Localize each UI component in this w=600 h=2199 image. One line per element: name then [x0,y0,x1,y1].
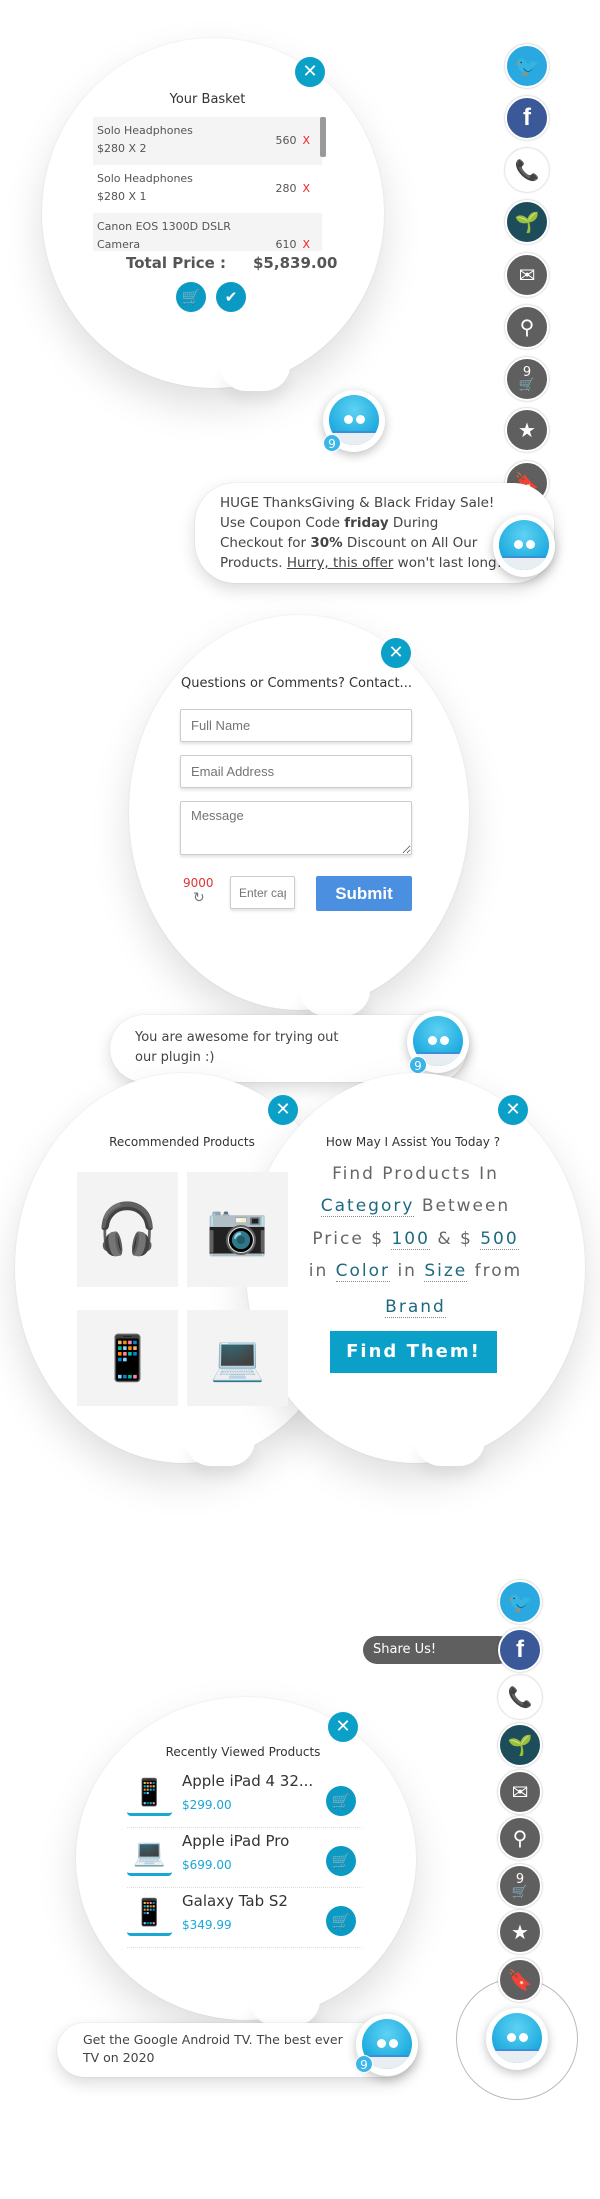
bookmark-icon[interactable]: 🔖 [498,1958,542,2002]
refresh-captcha-icon[interactable]: ↻ [193,890,205,906]
finder-line: Find Products In [332,1164,499,1184]
max-price-input[interactable]: 500 [480,1229,519,1250]
full-name-input[interactable] [180,709,412,742]
min-price-input[interactable]: 100 [391,1229,430,1250]
share-tooltip: Share Us! [363,1636,513,1664]
size-select[interactable]: Size [424,1261,468,1282]
find-them-button[interactable]: Find Them! [330,1331,497,1373]
checkout-icon[interactable]: ✔ [216,282,246,312]
close-finder-button[interactable]: ✕ [498,1095,528,1125]
twitter-icon[interactable]: 🐦 [498,1580,542,1624]
discount: 30% [310,535,343,551]
finder-line: Price $ 100 & $ 500 [312,1229,519,1250]
remove-item-button[interactable]: X [302,182,310,195]
product-thumbnail[interactable]: 💻 [127,1832,172,1876]
product-price: $299.00 [182,1798,232,1812]
item-amount: 610 [275,238,297,251]
facebook-icon[interactable]: f [505,96,549,140]
basket-item: Canon EOS 1300D DSLR Camera 610 X [93,213,322,251]
twitter-icon[interactable]: 🐦 [505,44,549,88]
recommended-title: Recommended Products [109,1135,255,1149]
total-label: Total Price : [126,254,227,272]
recent-item[interactable]: 📱 Apple iPad 4 32... $299.00 🛒 [127,1768,362,1828]
remove-item-button[interactable]: X [302,238,310,251]
promo-line: HUGE ThanksGiving & Black Friday Sale! [220,495,495,511]
cart-icon[interactable]: 🛒 [176,282,206,312]
brand-select[interactable]: Brand [385,1297,446,1318]
mail-icon[interactable]: ✉ [498,1770,542,1814]
search-icon[interactable]: ⚲ [505,305,549,349]
offer-link[interactable]: Hurry, this offer [287,555,393,571]
star-icon[interactable]: ★ [505,408,549,452]
basket-item: Solo Headphones $280 X 1 280 X [93,165,322,213]
product-name[interactable]: Apple iPad 4 32... [182,1772,313,1790]
product-thumbnail[interactable]: 📱 [127,1772,172,1816]
category-select[interactable]: Category [320,1196,415,1217]
product-name[interactable]: Apple iPad Pro [182,1832,289,1850]
item-name: Canon EOS 1300D DSLR Camera [97,220,231,251]
notification-badge: 9 [323,434,341,452]
close-basket-button[interactable]: ✕ [295,57,325,87]
phone-icon[interactable]: 📞 [505,148,549,192]
coupon-code: friday [344,515,389,531]
star-icon[interactable]: ★ [498,1910,542,1954]
captcha-input[interactable] [230,876,295,909]
product-image-tablet-stand[interactable]: 💻 [187,1310,288,1406]
contact-title: Questions or Comments? Contact... [181,676,412,691]
recent-title: Recently Viewed Products [165,1745,321,1759]
basket-item: Solo Headphones $280 X 2 560 X [93,117,322,165]
close-recent-button[interactable]: ✕ [328,1712,358,1742]
cart-count-icon[interactable]: 9 🛒 [505,357,549,401]
basket-title: Your Basket [169,92,246,107]
recent-item[interactable]: 💻 Apple iPad Pro $699.00 🛒 [127,1828,362,1888]
chatbot-button[interactable] [486,2008,548,2070]
product-price: $699.00 [182,1858,232,1872]
product-image-headphones[interactable]: 🎧 [77,1172,178,1287]
item-amount: 280 [275,182,297,195]
add-to-cart-icon[interactable]: 🛒 [326,1846,356,1876]
mail-icon[interactable]: ✉ [505,253,549,297]
product-price: $349.99 [182,1918,232,1932]
recent-item[interactable]: 📱 Galaxy Tab S2 $349.99 🛒 [127,1888,362,1948]
plant-icon[interactable]: 🌱 [505,200,549,244]
item-amount: 560 [275,134,297,147]
finder-line: Category Between [320,1196,511,1217]
facebook-icon[interactable]: f [498,1628,542,1672]
bubble-tail [300,990,370,1016]
product-thumbnail[interactable]: 📱 [127,1892,172,1936]
product-image-tablet[interactable]: 📱 [77,1310,178,1406]
basket-list: Solo Headphones $280 X 2 560 X Solo Headpho… [93,117,329,251]
total-value: $5,839.00 [253,254,338,272]
remove-item-button[interactable]: X [302,134,310,147]
color-select[interactable]: Color [335,1261,391,1282]
chatbot-button[interactable] [493,515,555,577]
notification-badge: 9 [355,2055,373,2073]
message-textarea[interactable] [180,801,412,855]
scrollbar[interactable] [320,117,326,157]
email-input[interactable] [180,755,412,788]
bubble-tail [220,365,290,391]
add-to-cart-icon[interactable]: 🛒 [326,1786,356,1816]
captcha-code: 9000 [183,876,214,890]
notification-badge: 9 [409,1056,427,1074]
search-icon[interactable]: ⚲ [498,1816,542,1860]
add-to-cart-icon[interactable]: 🛒 [326,1906,356,1936]
finder-line: in Color in Size from [308,1261,523,1282]
cart-count-icon[interactable]: 9 🛒 [498,1864,542,1908]
submit-button[interactable]: Submit [316,876,412,911]
finder-line: Brand [246,1297,585,1318]
plant-icon[interactable]: 🌱 [498,1723,542,1767]
close-recommended-button[interactable]: ✕ [268,1095,298,1125]
phone-icon[interactable]: 📞 [498,1675,542,1719]
product-name[interactable]: Galaxy Tab S2 [182,1892,288,1910]
close-contact-button[interactable]: ✕ [381,638,411,668]
finder-title: How May I Assist You Today ? [325,1135,501,1149]
